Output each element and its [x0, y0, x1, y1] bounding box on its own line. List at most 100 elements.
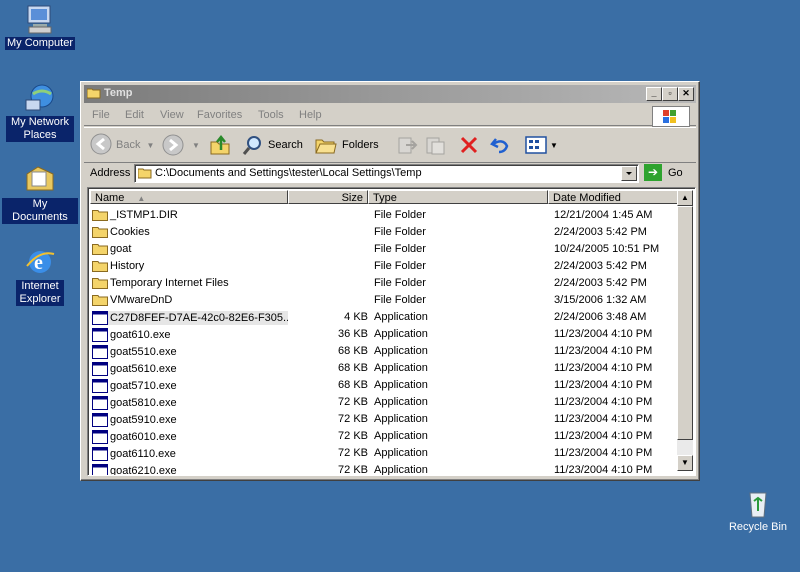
- desktop-icon-recycle-bin[interactable]: Recycle Bin: [720, 487, 796, 534]
- menu-tools[interactable]: Tools: [258, 109, 284, 121]
- table-row[interactable]: goat5910.exe 72 KB Application 11/23/2004 4…: [90, 411, 680, 428]
- table-row[interactable]: VMwareDnD File Folder 3/15/2006 1:32 AM: [90, 292, 680, 309]
- file-size: 72 KB: [338, 396, 368, 408]
- desktop-icon-my-network-places[interactable]: My Network Places: [2, 82, 78, 142]
- application-icon: [92, 328, 108, 342]
- file-name-box: goat6110.exe: [92, 447, 288, 461]
- file-name-cell[interactable]: goat5810.exe: [92, 396, 288, 410]
- scroll-up-button[interactable]: ▲: [677, 190, 693, 206]
- column-header-name[interactable]: Name ▲: [90, 190, 288, 204]
- file-name-cell[interactable]: goat6010.exe: [92, 430, 288, 444]
- file-name-box: Cookies: [92, 226, 288, 238]
- forward-dropdown-icon[interactable]: ▼: [192, 141, 200, 150]
- views-dropdown-icon[interactable]: ▼: [550, 141, 558, 150]
- file-name: C27D8FEF-D7AE-42c0-82E6-F305...: [110, 312, 288, 324]
- table-row[interactable]: C27D8FEF-D7AE-42c0-82E6-F305... 4 KB Appli…: [90, 309, 680, 326]
- file-date-modified: 2/24/2003 5:42 PM: [554, 277, 647, 289]
- column-header-type[interactable]: Type: [368, 190, 548, 204]
- file-size: 4 KB: [344, 311, 368, 323]
- file-name-cell[interactable]: Temporary Internet Files: [92, 277, 288, 289]
- file-name: goat5710.exe: [110, 380, 177, 392]
- file-size: 72 KB: [338, 430, 368, 442]
- minimize-button[interactable]: _: [646, 87, 662, 101]
- table-row[interactable]: goat5710.exe 68 KB Application 11/23/2004 4…: [90, 377, 680, 394]
- menu-edit[interactable]: Edit: [125, 109, 144, 121]
- table-row[interactable]: goat5610.exe 68 KB Application 11/23/2004 4…: [90, 360, 680, 377]
- menu-file[interactable]: File: [92, 109, 110, 121]
- file-date-modified: 12/21/2004 1:45 AM: [554, 209, 653, 221]
- table-row[interactable]: goat File Folder 10/24/2005 10:51 PM: [90, 241, 680, 258]
- file-name-cell[interactable]: goat5710.exe: [92, 379, 288, 393]
- file-name-cell[interactable]: History: [92, 260, 288, 272]
- file-name-cell[interactable]: goat610.exe: [92, 328, 288, 342]
- table-row[interactable]: goat5510.exe 68 KB Application 11/23/2004 4…: [90, 343, 680, 360]
- file-name-cell[interactable]: VMwareDnD: [92, 294, 288, 306]
- restore-button[interactable]: ▫: [662, 87, 678, 101]
- file-name-cell[interactable]: goat5610.exe: [92, 362, 288, 376]
- up-folder-button[interactable]: [209, 132, 231, 158]
- file-name-box: goat5810.exe: [92, 396, 288, 410]
- vertical-scrollbar[interactable]: ▲ ▼: [677, 190, 693, 471]
- scroll-thumb[interactable]: [677, 206, 693, 440]
- table-row[interactable]: goat610.exe 36 KB Application 11/23/2004 4:…: [90, 326, 680, 343]
- back-button[interactable]: Back ▼: [90, 132, 154, 158]
- file-date-modified: 11/23/2004 4:10 PM: [554, 345, 653, 357]
- folders-button[interactable]: Folders: [314, 132, 379, 158]
- file-name-cell[interactable]: goat6110.exe: [92, 447, 288, 461]
- explorer-window[interactable]: Temp _ ▫ ✕ File Edit View Favorites Tool…: [80, 81, 700, 481]
- table-row[interactable]: goat6110.exe 72 KB Application 11/23/2004 4…: [90, 445, 680, 462]
- file-name-cell[interactable]: goat6210.exe: [92, 464, 288, 475]
- file-name-cell[interactable]: goat: [92, 243, 288, 255]
- menu-help[interactable]: Help: [299, 109, 322, 121]
- go-button[interactable]: ➔ Go: [644, 164, 683, 181]
- desktop-icon-my-computer[interactable]: My Computer: [2, 3, 78, 50]
- search-button[interactable]: Search: [242, 132, 303, 158]
- internet-explorer-icon: e: [24, 246, 56, 278]
- desktop-icon-internet-explorer[interactable]: e Internet Explorer: [2, 246, 78, 306]
- column-name-label: Name: [95, 192, 125, 204]
- address-field[interactable]: C:\Documents and Settings\tester\Local S…: [134, 164, 639, 183]
- table-row[interactable]: History File Folder 2/24/2003 5:42 PM: [90, 258, 680, 275]
- file-list[interactable]: Name ▲ Size Type Date Modified _ISTMP1.D…: [87, 187, 696, 476]
- back-arrow-icon: [90, 133, 112, 158]
- table-row[interactable]: Cookies File Folder 2/24/2003 5:42 PM: [90, 224, 680, 241]
- file-name-cell[interactable]: goat5910.exe: [92, 413, 288, 427]
- undo-button[interactable]: [489, 132, 511, 158]
- views-button[interactable]: ▼: [524, 132, 558, 158]
- menu-view[interactable]: View: [160, 109, 184, 121]
- table-row[interactable]: goat6210.exe 72 KB Application 11/23/2004 4…: [90, 462, 680, 476]
- folder-icon: [92, 260, 108, 272]
- file-name: goat6110.exe: [110, 448, 176, 460]
- file-name-cell[interactable]: C27D8FEF-D7AE-42c0-82E6-F305...: [92, 311, 288, 325]
- address-dropdown-button[interactable]: [621, 166, 637, 181]
- table-row[interactable]: _ISTMP1.DIR File Folder 12/21/2004 1:45 AM: [90, 207, 680, 224]
- file-name-box: goat5710.exe: [92, 379, 288, 393]
- address-label: Address: [90, 167, 131, 179]
- table-row[interactable]: Temporary Internet Files File Folder 2/24/…: [90, 275, 680, 292]
- folder-icon: [92, 294, 108, 306]
- table-row[interactable]: goat5810.exe 72 KB Application 11/23/2004 4…: [90, 394, 680, 411]
- desktop-icon-my-documents[interactable]: My Documents: [2, 164, 78, 224]
- file-name-cell[interactable]: Cookies: [92, 226, 288, 238]
- file-date-modified: 2/24/2003 5:42 PM: [554, 260, 647, 272]
- title-bar[interactable]: Temp _ ▫ ✕: [84, 85, 696, 103]
- network-places-icon: [24, 82, 56, 114]
- forward-button[interactable]: ▼: [162, 132, 200, 158]
- file-size: 72 KB: [338, 464, 368, 476]
- application-icon: [92, 464, 108, 475]
- scroll-down-button[interactable]: ▼: [677, 455, 693, 471]
- copy-to-button[interactable]: [424, 132, 446, 158]
- table-row[interactable]: goat6010.exe 72 KB Application 11/23/2004 4…: [90, 428, 680, 445]
- delete-button[interactable]: [458, 132, 480, 158]
- column-header-size[interactable]: Size: [288, 190, 368, 204]
- column-header-date[interactable]: Date Modified: [548, 190, 680, 204]
- file-name-cell[interactable]: _ISTMP1.DIR: [92, 209, 288, 221]
- desktop-icon-label: Internet Explorer: [16, 280, 64, 306]
- file-name-cell[interactable]: goat5510.exe: [92, 345, 288, 359]
- file-name-box: C27D8FEF-D7AE-42c0-82E6-F305...: [92, 311, 288, 325]
- back-dropdown-icon[interactable]: ▼: [146, 141, 154, 150]
- close-button[interactable]: ✕: [678, 87, 694, 101]
- menu-favorites[interactable]: Favorites: [197, 109, 242, 121]
- move-to-button[interactable]: [396, 132, 418, 158]
- file-type: Application: [374, 345, 428, 357]
